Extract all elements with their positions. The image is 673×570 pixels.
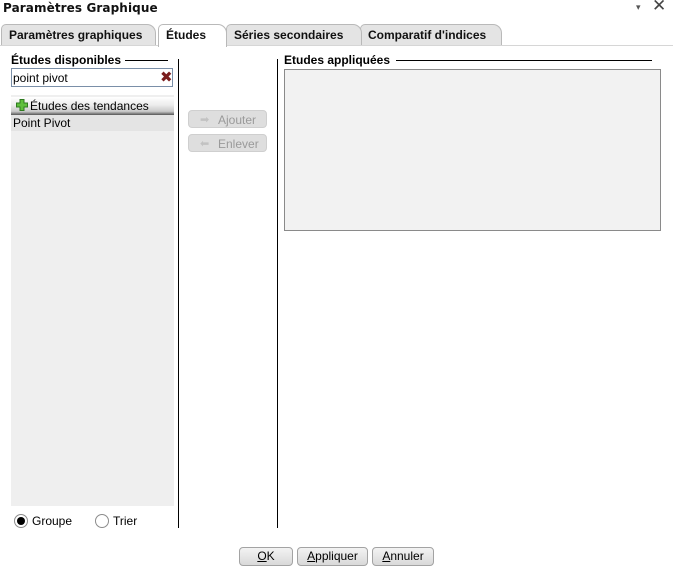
window-menu-icon[interactable]: ▾	[636, 0, 641, 14]
add-study-button[interactable]: ➡ Ajouter	[188, 110, 267, 128]
radio-groupe[interactable]: Groupe	[14, 513, 94, 529]
radio-selected-dot	[17, 517, 25, 525]
apply-mnemonic: A	[307, 549, 316, 563]
apply-label-rest: ppliquer	[315, 549, 358, 563]
arrow-left-icon: ⬅	[200, 138, 210, 150]
tab-comparatif-indices[interactable]: Comparatif d'indices	[360, 24, 502, 46]
title-bar: Paramètres Graphique ▾ ✕	[0, 0, 673, 16]
tab-strip: Paramètres graphiques Comparatif d'indic…	[0, 24, 673, 47]
right-panel-divider	[277, 59, 278, 528]
tab-series-secondaires[interactable]: Séries secondaires	[226, 24, 362, 46]
tab-parametres-graphiques[interactable]: Paramètres graphiques	[1, 24, 156, 46]
apply-button[interactable]: Appliquer	[297, 547, 368, 566]
tab-label: Comparatif d'indices	[368, 28, 487, 42]
group-header-trends[interactable]: Études des tendances	[11, 97, 174, 115]
radio-trier[interactable]: Trier	[95, 513, 155, 529]
add-button-label: Ajouter	[218, 113, 257, 127]
heading-rule	[125, 60, 168, 61]
radio-button-trier[interactable]	[95, 514, 109, 528]
heading-rule	[396, 60, 652, 61]
available-studies-heading: Études disponibles	[11, 53, 122, 67]
tab-label: Études	[166, 28, 207, 42]
arrow-right-icon: ➡	[200, 114, 210, 126]
cancel-label-rest: nnuler	[390, 549, 424, 563]
ok-label-rest: K	[266, 549, 275, 563]
remove-button-label: Enlever	[218, 137, 259, 151]
radio-label-groupe: Groupe	[32, 514, 73, 528]
search-input[interactable]: point pivot ✖	[11, 68, 173, 87]
radio-button-groupe[interactable]	[14, 514, 28, 528]
window-title: Paramètres Graphique	[3, 1, 158, 15]
tab-label: Séries secondaires	[234, 28, 344, 42]
list-item[interactable]: Point Pivot	[11, 115, 174, 131]
expand-plus-icon[interactable]	[16, 99, 28, 111]
tab-etudes[interactable]: Études	[158, 24, 227, 47]
radio-label-trier: Trier	[113, 514, 138, 528]
tab-divider	[0, 45, 673, 46]
remove-study-button[interactable]: ⬅ Enlever	[188, 134, 267, 152]
applied-studies-list[interactable]	[284, 69, 661, 231]
list-item-label: Point Pivot	[13, 116, 71, 130]
cancel-button[interactable]: Annuler	[372, 547, 434, 566]
search-value[interactable]: point pivot	[13, 71, 68, 85]
clear-search-icon[interactable]: ✖	[160, 69, 173, 86]
ok-button[interactable]: OK	[239, 547, 293, 566]
tab-label: Paramètres graphiques	[9, 28, 143, 42]
applied-studies-heading: Etudes appliquées	[284, 53, 391, 67]
ok-mnemonic: O	[257, 549, 267, 563]
close-icon[interactable]: ✕	[652, 0, 666, 15]
group-label: Études des tendances	[30, 99, 149, 113]
left-panel-divider	[178, 59, 179, 528]
available-studies-list[interactable]: Études des tendances Point Pivot	[11, 95, 174, 506]
